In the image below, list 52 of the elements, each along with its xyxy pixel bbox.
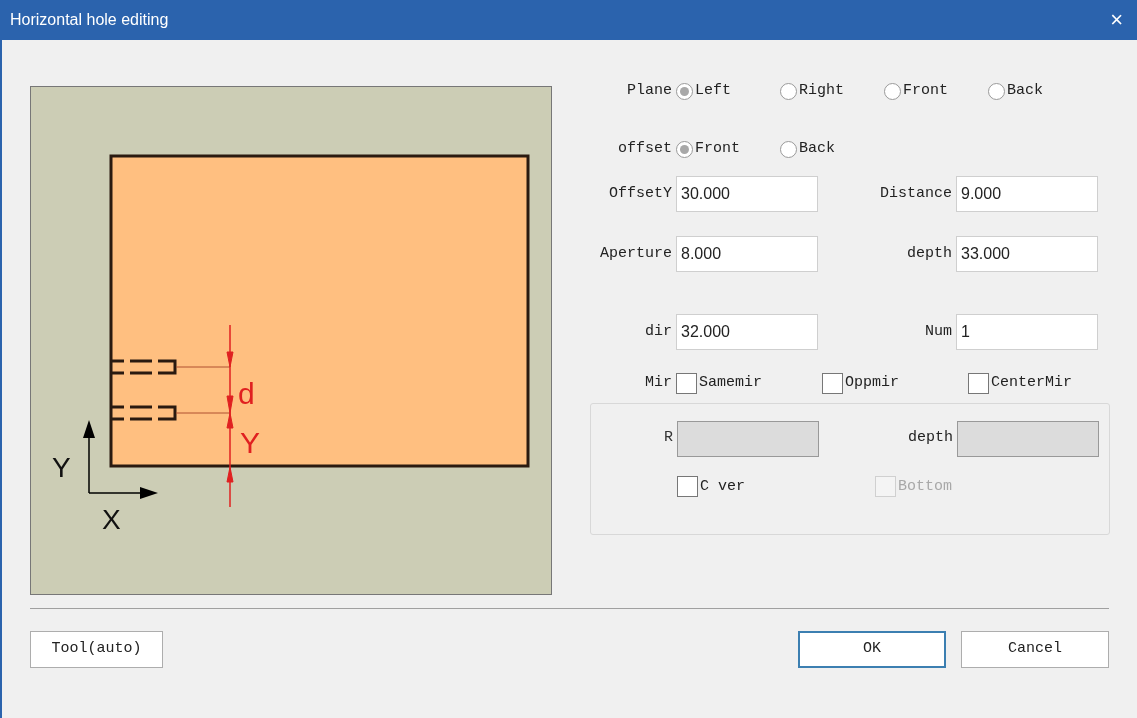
radio-label[interactable]: Front [695,137,740,161]
radio-button[interactable] [780,82,797,100]
checkbox-label[interactable]: Oppmir [845,372,899,395]
dimension-label: d [238,377,255,410]
text-field[interactable]: 9.000 [956,176,1098,212]
leader-line [175,412,231,414]
radio-button[interactable] [884,82,901,100]
checkbox-label: Bottom [898,476,952,497]
hole-drawing [110,359,177,375]
close-button[interactable]: × [1110,9,1123,31]
text-field[interactable]: 30.000 [676,176,818,212]
field-label: Plane [626,80,673,101]
radio-button[interactable] [780,140,797,158]
radio-label[interactable]: Back [1007,79,1043,103]
field-label: Mir [644,373,673,393]
leader-line [175,366,231,368]
field-label: Num [924,321,953,342]
field-label: depth [906,243,953,264]
checkbox[interactable] [822,372,843,394]
axis-label: Y [52,452,71,483]
radio-label[interactable]: Right [799,79,844,103]
radio-button[interactable] [676,140,693,158]
axis-label: X [102,504,121,535]
field-label: OffsetY [608,183,673,204]
radio-label[interactable]: Back [799,137,835,161]
dialog-button[interactable]: Tool(auto) [30,631,163,668]
dialog-button[interactable]: OK [798,631,946,668]
radio-label[interactable]: Front [903,79,948,103]
checkbox[interactable] [677,476,698,498]
dimension-label: Y [240,426,260,459]
text-field[interactable]: 1 [956,314,1098,350]
checkbox[interactable] [676,372,697,394]
field-label: offset [617,138,673,159]
field-label: Aperture [599,243,673,264]
checkbox-label[interactable]: C ver [700,475,745,498]
field-label: R [663,428,674,449]
radio-button[interactable] [988,82,1005,100]
field-label: depth [907,428,954,449]
window-title: Horizontal hole editing [10,10,169,30]
x-axis-arrow [88,487,158,499]
checkbox-label[interactable]: CenterMir [991,372,1072,395]
text-field[interactable]: 32.000 [676,314,818,350]
hole-drawing [110,405,177,421]
radio-label[interactable]: Left [695,79,731,103]
field-label: dir [644,321,673,342]
text-field[interactable]: 33.000 [956,236,1098,272]
checkbox-label[interactable]: Samemir [699,372,762,395]
radio-button[interactable] [676,82,693,100]
checkbox[interactable] [968,372,989,394]
field-label: Distance [879,183,953,204]
dialog-button[interactable]: Cancel [961,631,1109,668]
text-field[interactable]: 8.000 [676,236,818,272]
